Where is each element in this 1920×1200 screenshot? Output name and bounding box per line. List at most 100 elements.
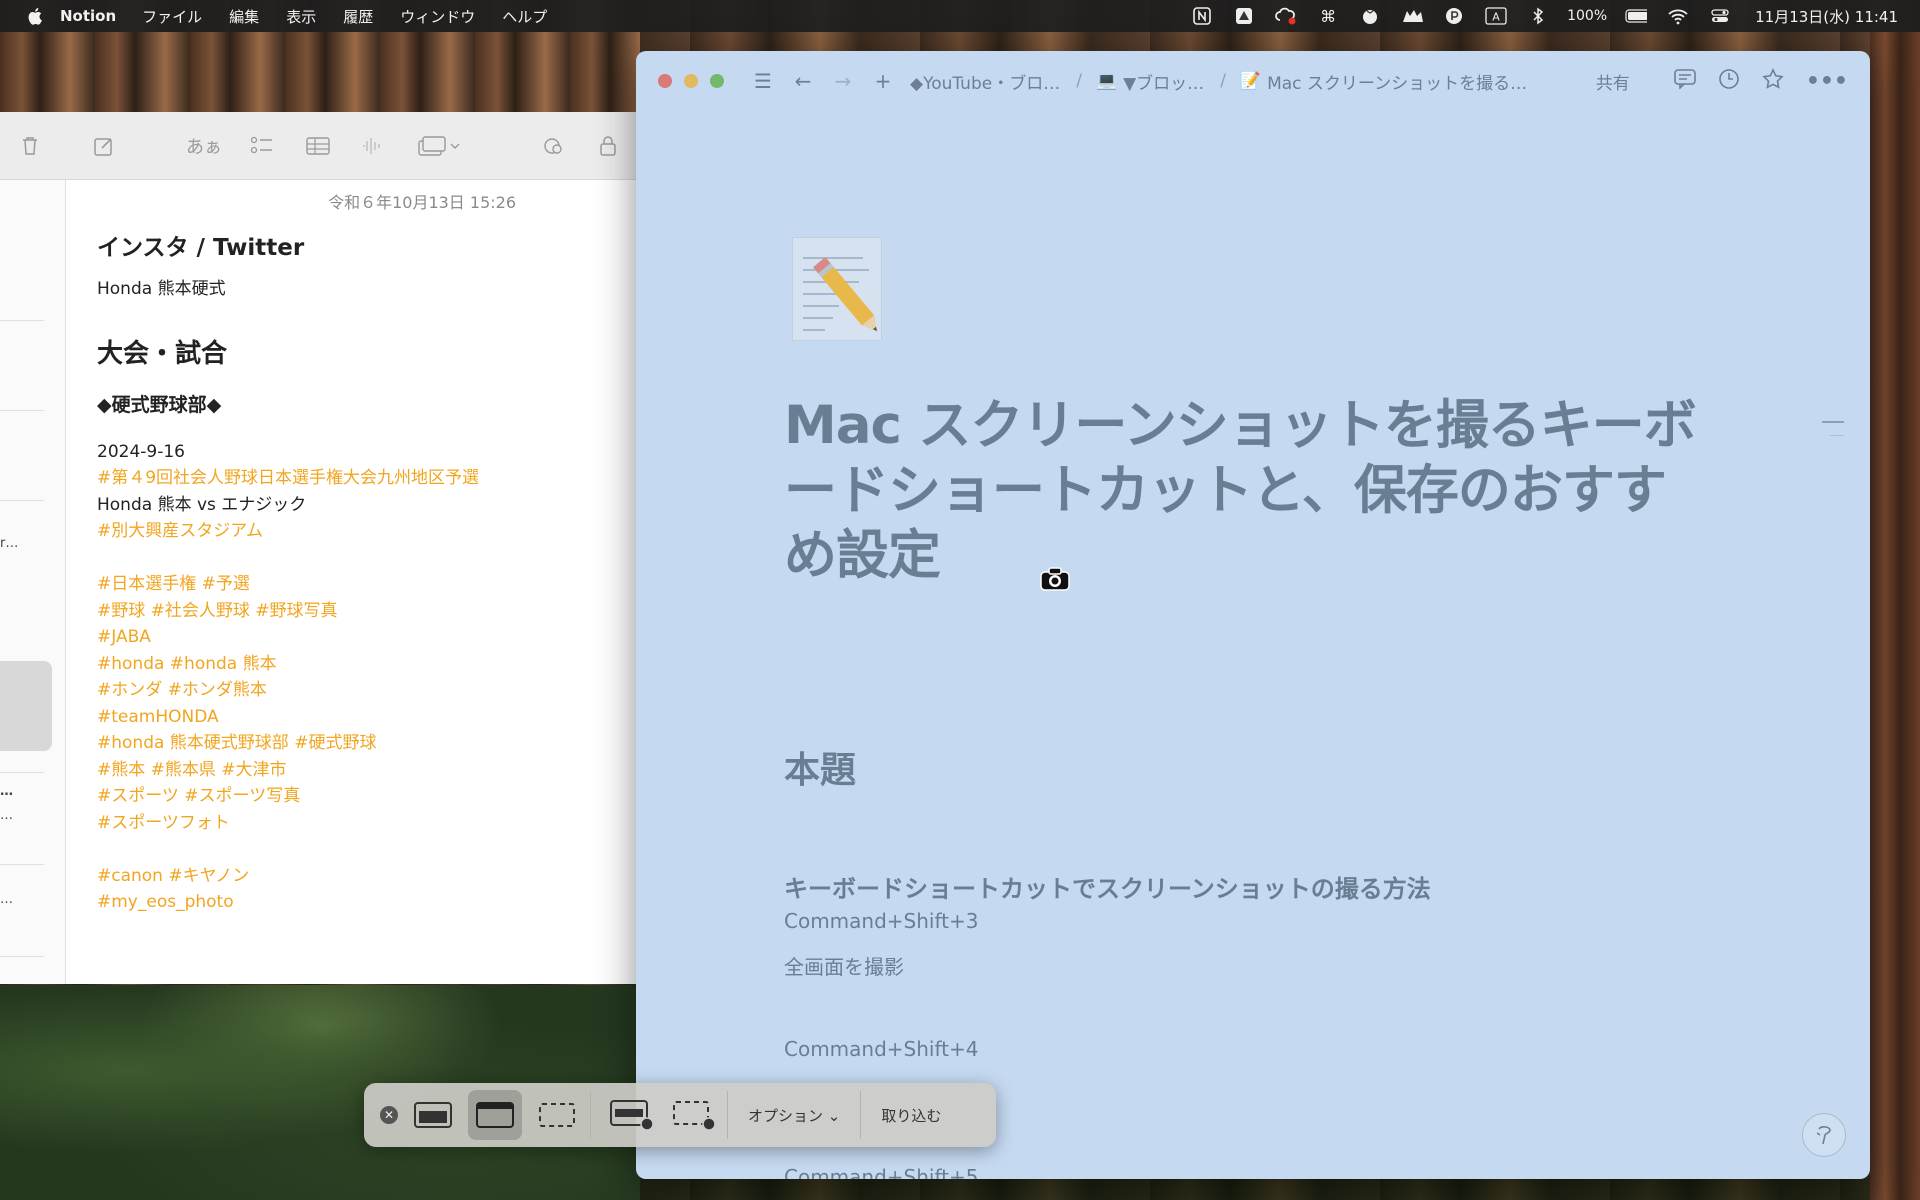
- subsection-heading[interactable]: キーボードショートカットでスクリーンショットの撮る方法: [784, 869, 1431, 904]
- hashtag[interactable]: #teamHONDA: [97, 704, 627, 731]
- pastebot-icon[interactable]: [1443, 6, 1465, 26]
- note-matchup: Honda 熊本 vs エナジック: [97, 494, 307, 515]
- list-divider: [0, 864, 44, 865]
- breadcrumb-memo-icon: 📝: [1239, 71, 1262, 91]
- favorite-star-icon[interactable]: [1762, 67, 1784, 95]
- creative-cloud-icon[interactable]: [1275, 6, 1297, 26]
- hashtag[interactable]: #スポーツ #スポーツ写真: [97, 783, 627, 810]
- hashtag[interactable]: #honda #honda 熊本: [97, 651, 627, 678]
- toolbar-divider: [727, 1091, 728, 1139]
- input-source-icon[interactable]: A: [1485, 6, 1507, 26]
- collaborate-icon[interactable]: [540, 132, 568, 160]
- bluetooth-icon[interactable]: [1527, 6, 1549, 26]
- drive-icon[interactable]: [1233, 6, 1255, 26]
- hashtag[interactable]: #日本選手権 #予選: [97, 571, 627, 598]
- back-arrow-icon[interactable]: ←: [790, 69, 816, 93]
- trash-icon[interactable]: [16, 132, 44, 160]
- hashtag[interactable]: #第４9回社会人野球日本選手権大会九州地区予選: [97, 465, 627, 492]
- shortcut-text[interactable]: Command+Shift+5: [784, 1165, 979, 1179]
- menu-history[interactable]: 履歴: [343, 6, 373, 27]
- lock-icon[interactable]: [594, 132, 622, 160]
- menu-view[interactable]: 表示: [286, 6, 316, 27]
- audio-waveform-icon[interactable]: [358, 132, 386, 160]
- breadcrumb-item-1[interactable]: ◆YouTube・ブロ…: [910, 69, 1060, 94]
- cat-app-icon[interactable]: [1401, 6, 1424, 26]
- share-button[interactable]: 共有: [1596, 69, 1630, 94]
- shortcut-text[interactable]: Command+Shift+3: [784, 909, 979, 933]
- notion-window[interactable]: ☰ ← → + ◆YouTube・ブロ… / 💻 ▼ブロッ… / 📝 Mac ス…: [636, 51, 1870, 1179]
- record-selected-portion-button[interactable]: [667, 1090, 721, 1140]
- wifi-icon[interactable]: [1667, 6, 1689, 26]
- command-icon[interactable]: ⌘: [1317, 6, 1339, 26]
- list-item-fragment[interactable]: …: [0, 808, 13, 823]
- menu-window[interactable]: ウィンドウ: [400, 6, 475, 27]
- compose-icon[interactable]: [90, 132, 118, 160]
- hashtag[interactable]: #別大興産スタジアム: [97, 518, 627, 545]
- media-icon[interactable]: [414, 132, 464, 160]
- hashtag[interactable]: #my_eos_photo: [97, 889, 627, 916]
- apple-icon[interactable]: [26, 6, 46, 26]
- list-item-selected[interactable]: [0, 661, 52, 751]
- page-icon-memo[interactable]: [792, 237, 882, 341]
- list-divider: [0, 320, 44, 321]
- menu-file[interactable]: ファイル: [142, 6, 202, 27]
- options-dropdown[interactable]: オプション ⌄: [734, 1105, 854, 1126]
- outline-indicator[interactable]: [1822, 421, 1844, 423]
- zoom-window-button[interactable]: [710, 74, 724, 88]
- history-clock-icon[interactable]: [1718, 68, 1740, 95]
- toolbar-divider: [860, 1091, 862, 1139]
- page-title[interactable]: Mac スクリーンショットを撮るキーボードショートカットと、保存のおすすめ設定: [784, 393, 1714, 588]
- breadcrumb-item-2[interactable]: ▼ブロッ…: [1123, 69, 1204, 94]
- control-center-icon[interactable]: [1709, 6, 1731, 26]
- list-item-fragment[interactable]: …: [0, 784, 13, 799]
- hashtag[interactable]: #canon #キヤノン: [97, 863, 627, 890]
- screenshot-toolbar: ✕ オプション ⌄ 取り込む: [364, 1083, 996, 1147]
- menu-edit[interactable]: 編集: [229, 6, 259, 27]
- checklist-icon[interactable]: [248, 132, 276, 160]
- close-screenshot-toolbar-icon[interactable]: ✕: [380, 1106, 398, 1124]
- record-entire-screen-button[interactable]: [605, 1090, 659, 1140]
- help-ai-button[interactable]: [1802, 1113, 1846, 1157]
- more-options-icon[interactable]: •••: [1806, 69, 1848, 94]
- notes-list-sidebar: r… … … …: [0, 180, 66, 984]
- chevron-down-icon: ⌄: [827, 1106, 841, 1125]
- hashtag[interactable]: #ホンダ #ホンダ熊本: [97, 677, 627, 704]
- notion-status-icon[interactable]: [1191, 6, 1213, 26]
- tomato-timer-icon[interactable]: [1359, 6, 1381, 26]
- breadcrumb-separator: /: [1076, 71, 1082, 91]
- note-body[interactable]: インスタ / Twitter Honda 熊本硬式 大会・試合 ◆硬式野球部◆ …: [97, 210, 627, 916]
- new-page-icon[interactable]: +: [870, 69, 896, 93]
- comment-icon[interactable]: [1674, 68, 1696, 94]
- list-item-fragment[interactable]: …: [0, 892, 13, 907]
- capture-selected-window-button[interactable]: [468, 1090, 522, 1140]
- table-icon[interactable]: [304, 132, 332, 160]
- capture-button[interactable]: 取り込む: [867, 1105, 955, 1126]
- capture-entire-screen-button[interactable]: [406, 1090, 460, 1140]
- sidebar-toggle-icon[interactable]: ☰: [750, 69, 776, 93]
- hashtag[interactable]: #honda 熊本硬式野球部 #硬式野球: [97, 730, 627, 757]
- menu-bar-clock[interactable]: 11月13日(水) 11:41: [1755, 6, 1898, 27]
- shortcut-description[interactable]: 全画面を撮影: [784, 951, 904, 980]
- forward-arrow-icon[interactable]: →: [830, 69, 856, 93]
- list-divider: [0, 772, 44, 773]
- shortcut-text[interactable]: Command+Shift+4: [784, 1037, 979, 1061]
- capture-selected-portion-button[interactable]: [530, 1090, 584, 1140]
- breadcrumb-item-3[interactable]: Mac スクリーンショットを撮る…: [1267, 69, 1527, 94]
- hashtag[interactable]: #スポーツフォト: [97, 810, 627, 837]
- close-window-button[interactable]: [658, 74, 672, 88]
- minimize-window-button[interactable]: [684, 74, 698, 88]
- hashtag[interactable]: #野球 #社会人野球 #野球写真: [97, 598, 627, 625]
- hashtag[interactable]: #熊本 #熊本県 #大津市: [97, 757, 627, 784]
- app-menu-notion[interactable]: Notion: [60, 7, 116, 25]
- toolbar-divider: [590, 1091, 591, 1139]
- hashtag[interactable]: #JABA: [97, 624, 627, 651]
- text-format-icon[interactable]: あぁ: [184, 132, 224, 160]
- battery-icon[interactable]: [1625, 6, 1648, 26]
- note-heading-club: ◆硬式野球部◆: [97, 393, 222, 416]
- section-heading[interactable]: 本題: [784, 741, 856, 793]
- outline-indicator[interactable]: [1830, 435, 1844, 436]
- list-item-fragment[interactable]: r…: [0, 536, 18, 551]
- menu-help[interactable]: ヘルプ: [502, 6, 547, 27]
